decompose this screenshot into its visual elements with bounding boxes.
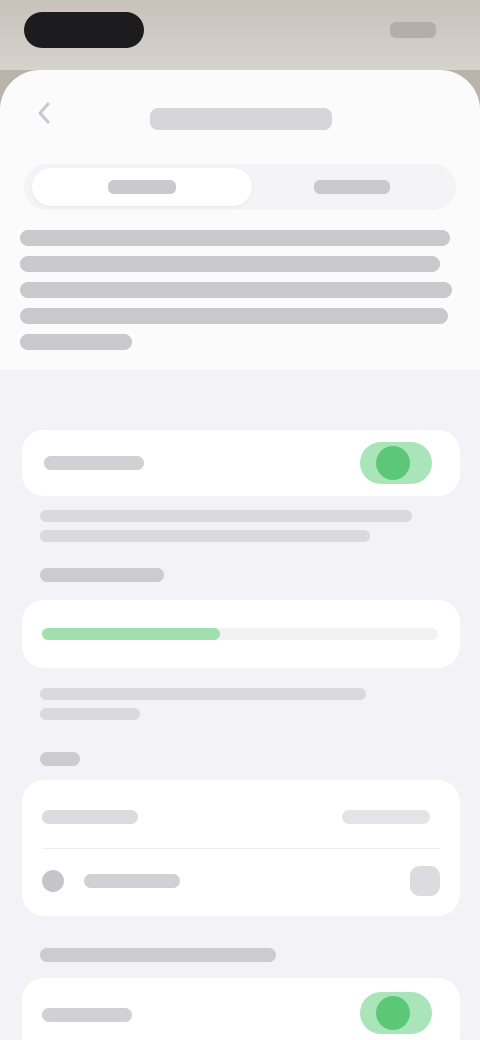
caption-2-line-1 xyxy=(40,688,366,700)
toggle-knob xyxy=(376,446,410,480)
main-toggle[interactable] xyxy=(360,442,432,484)
bottom-toggle[interactable] xyxy=(360,992,432,1034)
section-2-header xyxy=(40,752,80,766)
list-row-1-label xyxy=(42,810,138,824)
status-bar xyxy=(0,0,480,70)
status-icons xyxy=(390,22,436,38)
main-toggle-card xyxy=(22,430,460,496)
description-paragraph xyxy=(20,230,460,360)
list-row-1-value xyxy=(342,810,430,824)
progress-track xyxy=(42,628,438,640)
progress-fill xyxy=(42,628,221,640)
section-1-header xyxy=(40,568,164,582)
person-icon xyxy=(42,870,64,892)
page-title xyxy=(140,102,340,128)
tab-first[interactable] xyxy=(32,168,252,206)
progress-card xyxy=(22,600,460,668)
list-divider xyxy=(42,848,440,849)
tab-second-label xyxy=(314,180,390,194)
list-card xyxy=(22,780,460,916)
bottom-toggle-label xyxy=(42,1008,132,1022)
status-pill xyxy=(24,12,144,48)
bottom-toggle-card xyxy=(22,978,460,1040)
segmented-tabs xyxy=(24,164,456,210)
caption-2-line-2 xyxy=(40,708,140,720)
tab-first-label xyxy=(108,180,176,194)
tab-second[interactable] xyxy=(254,168,450,206)
list-row-2-label xyxy=(84,874,180,888)
caption-line-2 xyxy=(40,530,370,542)
toggle-knob xyxy=(376,996,410,1030)
settings-sheet xyxy=(0,70,480,1040)
section-3-header xyxy=(40,948,276,962)
chevron-left-icon[interactable] xyxy=(30,98,60,128)
chevron-right-icon[interactable] xyxy=(410,866,440,896)
main-toggle-label xyxy=(44,456,144,470)
caption-line-1 xyxy=(40,510,412,522)
